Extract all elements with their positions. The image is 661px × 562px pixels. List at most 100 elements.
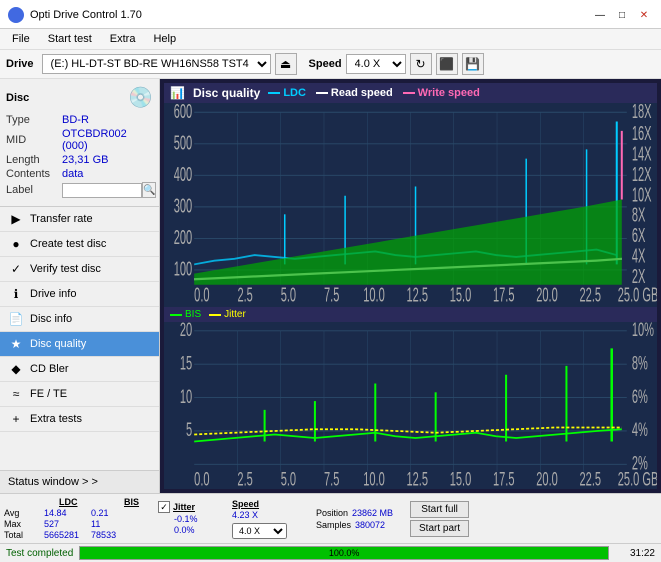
avg-label: Avg [4,508,32,518]
svg-text:25.0 GB: 25.0 GB [618,470,657,489]
time-display: 31:22 [615,548,655,559]
svg-text:10.0: 10.0 [363,284,385,306]
eject-button[interactable]: ⏏ [275,53,297,75]
max-label: Max [4,519,32,529]
nav-item-verify-test-disc[interactable]: ✓ Verify test disc [0,257,159,282]
total-label: Total [4,530,32,540]
titlebar-left: Opti Drive Control 1.70 [8,7,142,23]
svg-text:25.0 GB: 25.0 GB [618,284,657,306]
legend-write-speed-label: Write speed [418,87,480,99]
start-buttons: Start full Start part [410,501,469,537]
menu-extra[interactable]: Extra [102,31,144,47]
minimize-button[interactable]: — [591,6,609,24]
nav-items: ▶ Transfer rate ● Create test disc ✓ Ver… [0,207,159,470]
progress-pct: 100.0% [329,548,360,558]
scan-button[interactable]: ⬛ [436,53,458,75]
cd-bler-icon: ◆ [8,362,24,376]
nav-item-fe-te[interactable]: ≈ FE / TE [0,382,159,407]
svg-text:22.5: 22.5 [580,470,602,489]
sidebar: Disc 💿 Type BD-R MID OTCBDR002 (000) Len… [0,79,160,493]
nav-item-label: Disc info [30,313,72,325]
svg-text:15.0: 15.0 [450,470,472,489]
legend-read-speed-label: Read speed [331,87,393,99]
titlebar: Opti Drive Control 1.70 — □ ✕ [0,0,661,29]
top-chart: 600 500 400 300 200 100 18X 16X 14X 12X … [164,103,657,307]
status-window-label: Status window > > [8,476,98,488]
jitter-header-row: ✓ Jitter [158,501,228,513]
svg-text:18X: 18X [632,103,652,123]
disc-label-button[interactable]: 🔍 [142,182,156,198]
disc-quality-icon: ★ [8,337,24,351]
svg-text:5.0: 5.0 [281,470,297,489]
disc-length-label: Length [6,154,62,166]
verify-test-disc-icon: ✓ [8,262,24,276]
extra-tests-icon: + [8,412,24,426]
svg-text:5: 5 [186,420,192,441]
create-test-disc-icon: ● [8,237,24,251]
legend-ldc-label: LDC [283,87,306,99]
svg-text:7.5: 7.5 [324,284,339,306]
speed-header: Speed [232,499,312,509]
legend-bis: BIS [170,309,201,320]
legend-read-speed: Read speed [316,87,393,99]
nav-item-disc-info[interactable]: 📄 Disc info [0,307,159,332]
svg-text:4X: 4X [632,245,646,267]
refresh-button[interactable]: ↻ [410,53,432,75]
nav-item-label: Extra tests [30,413,82,425]
disc-section-title: Disc [6,92,29,104]
disc-icon: 💿 [128,85,153,110]
menu-file[interactable]: File [4,31,38,47]
stats-row: LDC BIS Avg 14.84 0.21 Max 527 11 Total … [0,494,661,544]
svg-text:600: 600 [174,103,192,123]
samples-label: Samples [316,520,351,530]
nav-item-create-test-disc[interactable]: ● Create test disc [0,232,159,257]
disc-header: Disc 💿 [6,85,153,110]
start-part-button[interactable]: Start part [410,520,469,537]
close-button[interactable]: ✕ [635,6,653,24]
ldc-total: 5665281 [44,530,79,540]
bis-max: 11 [91,519,121,529]
disc-label-row: Label 🔍 [6,182,153,198]
svg-text:10: 10 [180,387,192,408]
speed-value: 4.23 X [232,510,312,520]
nav-item-transfer-rate[interactable]: ▶ Transfer rate [0,207,159,232]
svg-text:17.5: 17.5 [493,470,515,489]
speed-label: Speed [309,58,342,70]
drive-label: Drive [6,58,34,70]
jitter-checkbox[interactable]: ✓ [158,501,170,513]
disc-type-value: BD-R [62,114,89,126]
menu-help[interactable]: Help [145,31,184,47]
position-value: 23862 MB [352,508,393,518]
svg-text:2.5: 2.5 [237,470,253,489]
menu-start-test[interactable]: Start test [40,31,100,47]
ldc-avg: 14.84 [44,508,79,518]
svg-text:8%: 8% [632,354,648,375]
status-window-bar[interactable]: Status window > > [0,470,159,493]
fe-te-icon: ≈ [8,387,24,401]
jitter-avg: -0.1% [174,514,228,524]
svg-text:200: 200 [174,227,192,249]
drive-select[interactable]: (E:) HL-DT-ST BD-RE WH16NS58 TST4 [42,54,271,74]
total-row: Total 5665281 78533 [4,530,154,540]
maximize-button[interactable]: □ [613,6,631,24]
chart-icon: 📊 [170,86,185,100]
speed-dropdown[interactable]: 4.0 X [232,523,287,539]
disc-label-label: Label [6,184,62,196]
avg-row: Avg 14.84 0.21 [4,508,154,518]
disc-length-value: 23,31 GB [62,154,108,166]
svg-text:12.5: 12.5 [406,470,428,489]
speed-select[interactable]: 4.0 X [346,54,406,74]
ldc-bis-stats: LDC BIS Avg 14.84 0.21 Max 527 11 Total … [4,497,154,540]
nav-item-disc-quality[interactable]: ★ Disc quality [0,332,159,357]
save-button[interactable]: 💾 [462,53,484,75]
jitter-max: 0.0% [174,525,228,535]
nav-item-cd-bler[interactable]: ◆ CD Bler [0,357,159,382]
nav-item-drive-info[interactable]: ℹ Drive info [0,282,159,307]
svg-text:20.0: 20.0 [536,284,558,306]
disc-label-input[interactable] [62,183,142,198]
nav-item-extra-tests[interactable]: + Extra tests [0,407,159,432]
start-full-button[interactable]: Start full [410,501,469,518]
legend-jitter: Jitter [209,309,246,320]
read-speed-color [316,92,328,94]
titlebar-controls: — □ ✕ [591,6,653,24]
